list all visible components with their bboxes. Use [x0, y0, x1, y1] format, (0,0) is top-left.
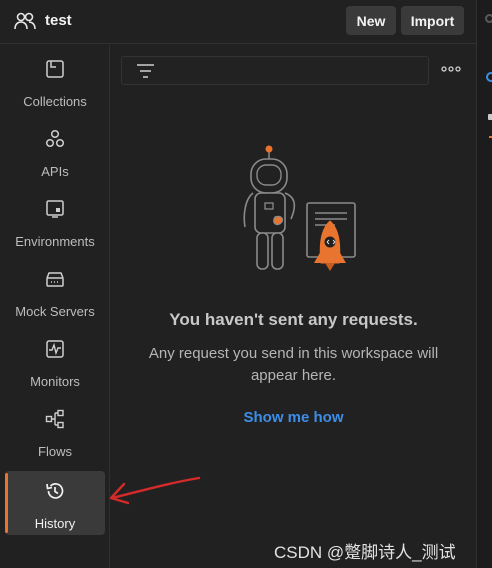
history-icon: [46, 483, 64, 499]
new-button[interactable]: New: [346, 6, 396, 35]
filter-bar[interactable]: [121, 56, 429, 85]
apis-icon: [45, 129, 65, 148]
sidebar: Collections APIs Environments Mock Serve…: [0, 45, 110, 568]
watermark-text: CSDN @蹩脚诗人_测试: [274, 543, 456, 562]
more-options-icon[interactable]: [441, 63, 461, 75]
filter-icon[interactable]: [136, 63, 155, 79]
environments-icon: [46, 200, 64, 218]
panel-edge-mark: [488, 114, 492, 120]
sidebar-item-label: Mock Servers: [15, 304, 95, 319]
sidebar-item-label: Monitors: [30, 374, 80, 389]
sidebar-item-environments[interactable]: Environments: [5, 191, 105, 255]
sidebar-item-mock-servers[interactable]: Mock Servers: [5, 261, 105, 325]
panel-edge-icon: [485, 14, 492, 23]
empty-state-title: You haven't sent any requests.: [169, 310, 418, 329]
panel-edge-indicator: [486, 72, 492, 82]
sidebar-item-collections[interactable]: Collections: [5, 51, 105, 115]
red-arrow-annotation: [109, 476, 201, 505]
sidebar-item-label: Environments: [15, 234, 95, 249]
show-me-how-link[interactable]: Show me how: [111, 409, 476, 426]
sidebar-item-label: APIs: [41, 164, 69, 179]
sidebar-item-label: Flows: [38, 444, 72, 459]
sidebar-item-flows[interactable]: Flows: [5, 401, 105, 465]
sidebar-item-label: History: [34, 516, 76, 531]
monitors-icon: [46, 340, 64, 358]
team-users-icon: [14, 12, 36, 30]
sidebar-item-label: Collections: [23, 94, 87, 109]
sidebar-item-history[interactable]: History: [5, 471, 105, 535]
sidebar-item-apis[interactable]: APIs: [5, 121, 105, 185]
right-panel-edge: [476, 0, 492, 568]
workspace-name[interactable]: test: [45, 12, 72, 29]
astronaut-rocket-illustration: [243, 145, 356, 271]
flows-icon: [45, 409, 64, 429]
import-button[interactable]: Import: [401, 6, 464, 35]
workspace-header: test New Import: [0, 0, 476, 44]
sidebar-item-monitors[interactable]: Monitors: [5, 331, 105, 395]
mock-servers-icon: [46, 272, 64, 287]
collections-icon: [46, 60, 64, 78]
empty-state-description: Any request you send in this workspace w…: [148, 345, 439, 384]
